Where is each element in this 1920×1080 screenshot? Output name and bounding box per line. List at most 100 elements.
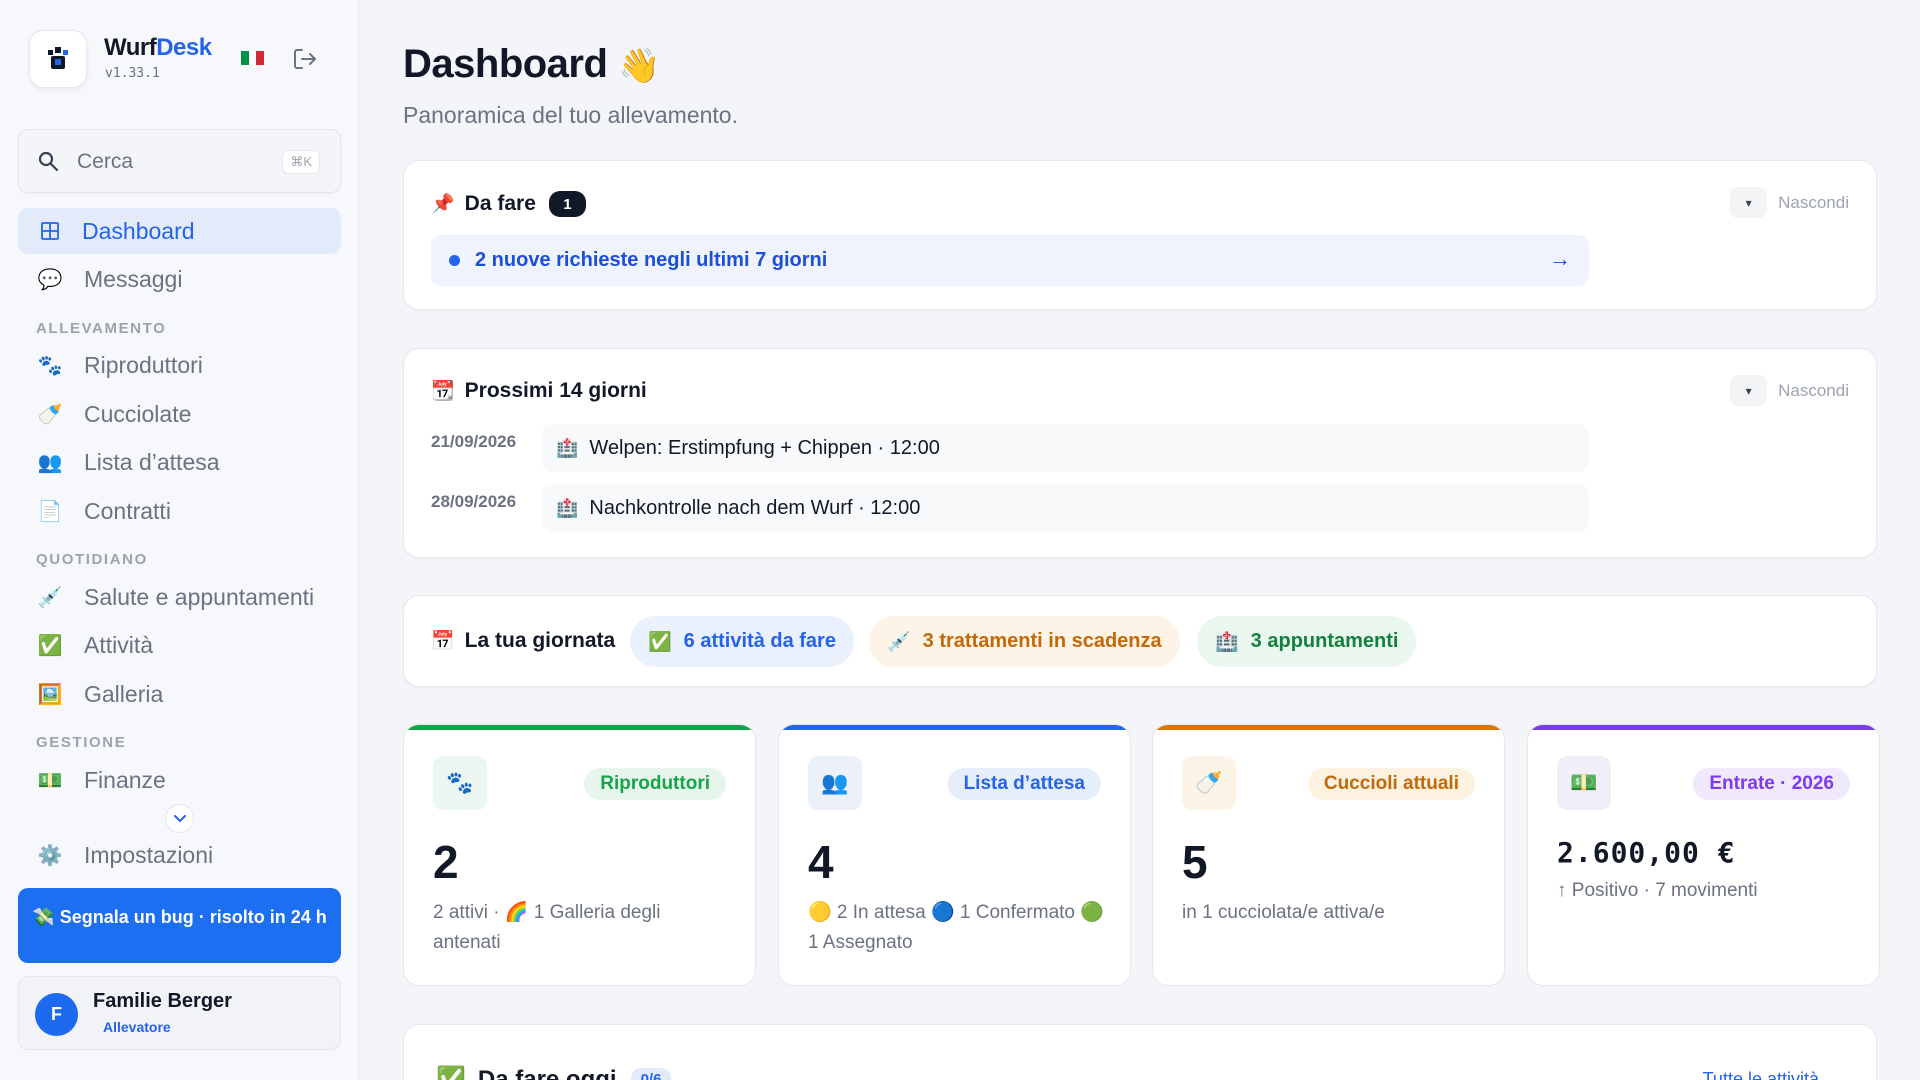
event-text: Welpen: Erstimpfung + Chippen · 12:00	[589, 436, 940, 459]
today-tasks-card: ✅ Da fare oggi 0/6 Tutte le attività →	[403, 1024, 1877, 1080]
flag-stripe-red	[256, 51, 265, 65]
sidebar-item-settings[interactable]: ⚙️ Impostazioni	[18, 832, 341, 878]
day-card-title: La tua giornata	[464, 629, 616, 652]
pill-appointments[interactable]: 🏥 3 appuntamenti	[1197, 616, 1417, 667]
upcoming-card-title: Prossimi 14 giorni	[464, 379, 647, 402]
money-icon: 💵	[1557, 756, 1611, 810]
sidebar-item-label: Messaggi	[84, 265, 183, 292]
picture-icon: 🖼️	[37, 683, 63, 706]
sidebar-item-contracts[interactable]: 📄 Contratti	[18, 488, 341, 534]
paw-icon: 🐾	[37, 354, 63, 377]
sidebar-item-litters[interactable]: 🍼 Cucciolate	[18, 391, 341, 437]
todo-card: 📌 Da fare 1 ▾ Nascondi 2 nuove richieste…	[403, 160, 1877, 310]
upcoming-hide-toggle[interactable]: ▾ Nascondi	[1730, 375, 1849, 406]
todo-count-badge: 1	[548, 191, 586, 217]
stat-accent-bar	[779, 725, 1130, 730]
sidebar-item-dashboard[interactable]: Dashboard	[18, 208, 341, 254]
event-item[interactable]: 🏥 Welpen: Erstimpfung + Chippen · 12:00	[542, 424, 1589, 472]
people-icon: 👥	[37, 451, 63, 474]
hospital-icon: 🏥	[556, 497, 579, 518]
chevron-down-icon: ▾	[1730, 375, 1768, 406]
stat-description: ↑ Positivo · 7 movimenti	[1557, 880, 1758, 901]
baby-bottle-icon: 🍼	[37, 403, 63, 426]
avatar: F	[35, 993, 78, 1036]
calendar-page-icon: 📅	[431, 631, 455, 652]
event-item[interactable]: 🏥 Nachkontrolle nach dem Wurf · 12:00	[542, 484, 1589, 532]
hide-label: Nascondi	[1778, 192, 1849, 212]
pill-label: 6 attività da fare	[683, 630, 836, 652]
stat-value: 2	[433, 836, 459, 888]
paw-logo-icon	[48, 47, 68, 69]
flag-stripe-green	[241, 51, 249, 65]
speech-bubble-icon: 💬	[37, 268, 63, 291]
stat-card-income[interactable]: 💵 Entrate · 2026 2.600,00 € ↑ Positivo ·…	[1527, 724, 1880, 986]
calendar-icon: 📆	[431, 381, 455, 402]
sidebar-item-label: Cucciolate	[84, 400, 192, 427]
sidebar-item-activities[interactable]: ✅ Attività	[18, 622, 341, 668]
sidebar-item-health[interactable]: 💉 Salute e appuntamenti	[18, 574, 341, 620]
hospital-icon: 🏥	[556, 437, 579, 458]
sidebar-item-messages[interactable]: 💬 Messaggi	[18, 256, 341, 302]
sidebar-item-finance[interactable]: 💵 Finanze	[18, 757, 341, 803]
check-box-icon: ✅	[436, 1066, 466, 1080]
sidebar-item-label: Finanze	[84, 766, 166, 793]
todo-item[interactable]: 2 nuove richieste negli ultimi 7 giorni …	[431, 235, 1589, 286]
stat-tag: Entrate · 2026	[1693, 768, 1850, 800]
sidebar-item-breeders[interactable]: 🐾 Riproduttori	[18, 342, 341, 388]
check-box-icon: ✅	[37, 634, 63, 657]
arrow-right-icon: →	[1549, 246, 1571, 271]
gear-icon: ⚙️	[37, 844, 63, 867]
stat-value: 5	[1182, 836, 1208, 888]
sidebar-item-gallery[interactable]: 🖼️ Galleria	[18, 671, 341, 717]
sidebar-item-label: Salute e appuntamenti	[84, 583, 315, 610]
scroll-down-chevron-icon[interactable]	[165, 804, 194, 833]
brand-name: WurfDesk	[104, 34, 212, 62]
sidebar-item-label: Riproduttori	[84, 351, 203, 378]
stat-card-waitlist[interactable]: 👥 Lista d’attesa 4 🟡 2 In attesa 🔵 1 Con…	[778, 724, 1131, 986]
document-icon: 📄	[37, 500, 63, 523]
hide-label: Nascondi	[1778, 380, 1849, 400]
syringe-icon: 💉	[37, 586, 63, 609]
pill-activities[interactable]: ✅ 6 attività da fare	[630, 616, 854, 667]
page-title: Dashboard 👋	[403, 42, 660, 87]
sidebar-item-waitlist[interactable]: 👥 Lista d’attesa	[18, 439, 341, 485]
search-box[interactable]: Cerca ⌘K	[18, 129, 341, 193]
section-label-management: GESTIONE	[36, 734, 127, 751]
stat-tag: Cuccioli attuali	[1307, 768, 1475, 800]
event-text: Nachkontrolle nach dem Wurf · 12:00	[589, 496, 921, 519]
user-profile[interactable]: F Familie Berger Allevatore	[18, 976, 341, 1050]
page-title-text: Dashboard	[403, 42, 608, 86]
stat-card-puppies[interactable]: 🍼 Cuccioli attuali 5 in 1 cucciolata/e a…	[1152, 724, 1505, 986]
section-label-breeding: ALLEVAMENTO	[36, 320, 167, 337]
stat-description: 2 attivi · 🌈 1 Galleria degli antenati	[433, 902, 661, 953]
report-bug-button[interactable]: 💸 Segnala un bug · risolto in 24 h	[18, 888, 341, 963]
search-shortcut: ⌘K	[282, 150, 320, 174]
stat-description: in 1 cucciolata/e attiva/e	[1182, 902, 1385, 923]
app-logo[interactable]	[29, 30, 87, 88]
day-summary-card: 📅 La tua giornata ✅ 6 attività da fare 💉…	[403, 595, 1877, 687]
stat-value: 2.600,00 €	[1557, 836, 1736, 869]
search-placeholder: Cerca	[77, 150, 134, 173]
people-icon: 👥	[808, 756, 862, 810]
day-card-header: 📅 La tua giornata	[431, 629, 615, 653]
user-name: Familie Berger	[93, 990, 232, 1012]
today-card-title: Da fare oggi	[477, 1065, 617, 1080]
pill-treatments[interactable]: 💉 3 trattamenti in scadenza	[869, 616, 1180, 667]
sidebar-item-label: Contratti	[84, 497, 171, 524]
pushpin-icon: 📌	[431, 194, 455, 215]
sidebar-item-label: Attività	[84, 631, 154, 658]
stat-tag: Riproduttori	[584, 768, 726, 800]
section-label-daily: QUOTIDIANO	[36, 551, 148, 568]
language-flag-icon[interactable]	[241, 51, 265, 65]
todo-item-text: 2 nuove richieste negli ultimi 7 giorni	[475, 249, 828, 271]
upcoming-card-header: 📆 Prossimi 14 giorni	[431, 379, 647, 403]
todo-hide-toggle[interactable]: ▾ Nascondi	[1730, 187, 1849, 218]
logout-icon[interactable]	[292, 47, 318, 76]
report-bug-label: Segnala un bug · risolto in 24 h	[59, 907, 327, 927]
search-icon	[37, 150, 59, 177]
stat-card-breeders[interactable]: 🐾 Riproduttori 2 2 attivi · 🌈 1 Galleria…	[403, 724, 756, 986]
stat-value: 4	[808, 836, 834, 888]
bullet-dot	[449, 255, 460, 266]
all-activities-link[interactable]: Tutte le attività →	[1703, 1069, 1842, 1080]
syringe-icon: 💉	[887, 631, 911, 653]
